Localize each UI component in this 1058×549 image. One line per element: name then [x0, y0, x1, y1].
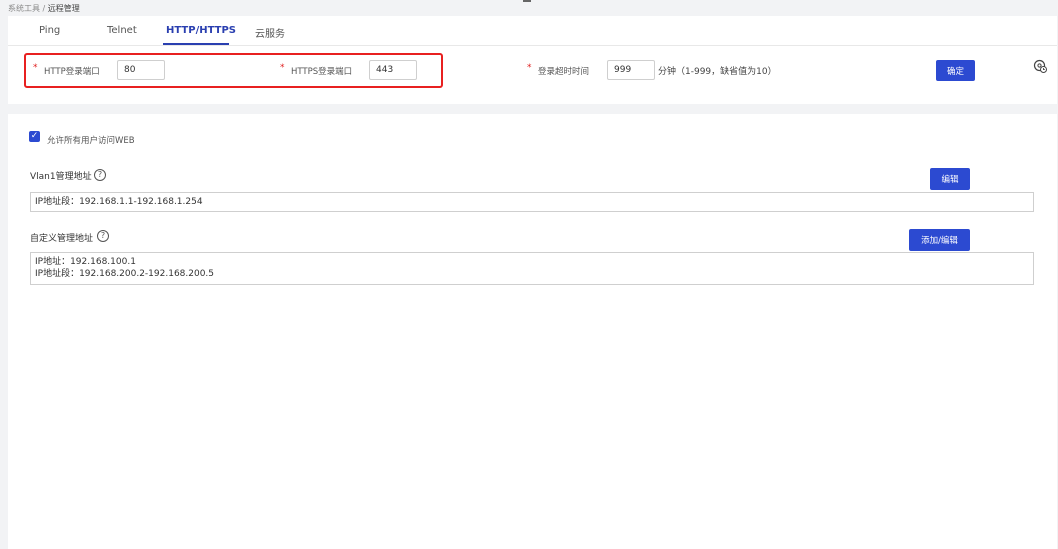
remote-settings-card: Ping Telnet HTTP/HTTPS 云服务 * HTTP登录端口 * …	[8, 16, 1057, 104]
custom-address-line: IP地址：192.168.100.1	[35, 257, 136, 267]
timeout-hint: 分钟（1-999，缺省值为10）	[658, 67, 777, 77]
http-port-label: HTTP登录端口	[44, 67, 100, 77]
vlan-section-title: Vlan1管理地址	[30, 172, 92, 182]
check-icon[interactable]: ✓	[29, 131, 40, 142]
question-circle-icon[interactable]: ?	[97, 230, 109, 242]
timeout-label: 登录超时时间	[538, 67, 590, 77]
required-mark: *	[280, 63, 285, 73]
access-settings-card: ✓ 允许所有用户访问WEB Vlan1管理地址 ? 编辑 IP地址段：192.1…	[8, 114, 1057, 549]
vlan-address-box: IP地址段：192.168.1.1-192.168.1.254	[30, 192, 1034, 212]
breadcrumb-current: 远程管理	[47, 4, 80, 13]
timeout-input[interactable]	[607, 60, 655, 80]
https-port-input[interactable]	[369, 60, 417, 80]
top-handle	[523, 0, 531, 2]
confirm-button[interactable]: 确定	[936, 60, 975, 81]
https-port-label: HTTPS登录端口	[291, 67, 353, 77]
required-mark: *	[33, 63, 38, 73]
custom-add-edit-button[interactable]: 添加/编辑	[909, 229, 970, 251]
port-settings-form: * HTTP登录端口 * HTTPS登录端口 * 登录超时时间 分钟（1-999…	[8, 16, 1057, 104]
custom-address-box: IP地址：192.168.100.1 IP地址段：192.168.200.2-1…	[30, 252, 1034, 285]
custom-section-title: 自定义管理地址	[30, 234, 94, 244]
required-mark: *	[527, 63, 532, 73]
http-port-input[interactable]	[117, 60, 165, 80]
vlan-edit-button[interactable]: 编辑	[930, 168, 970, 190]
gear-clock-icon[interactable]	[1033, 58, 1047, 77]
allow-all-web-label[interactable]: 允许所有用户访问WEB	[47, 134, 135, 146]
vlan-address-text: IP地址段：192.168.1.1-192.168.1.254	[35, 197, 203, 207]
breadcrumb-parent[interactable]: 系统工具 /	[8, 4, 45, 13]
question-circle-icon[interactable]: ?	[94, 169, 106, 181]
custom-address-line: IP地址段：192.168.200.2-192.168.200.5	[35, 269, 215, 279]
breadcrumb: 系统工具 / 远程管理	[8, 3, 80, 14]
